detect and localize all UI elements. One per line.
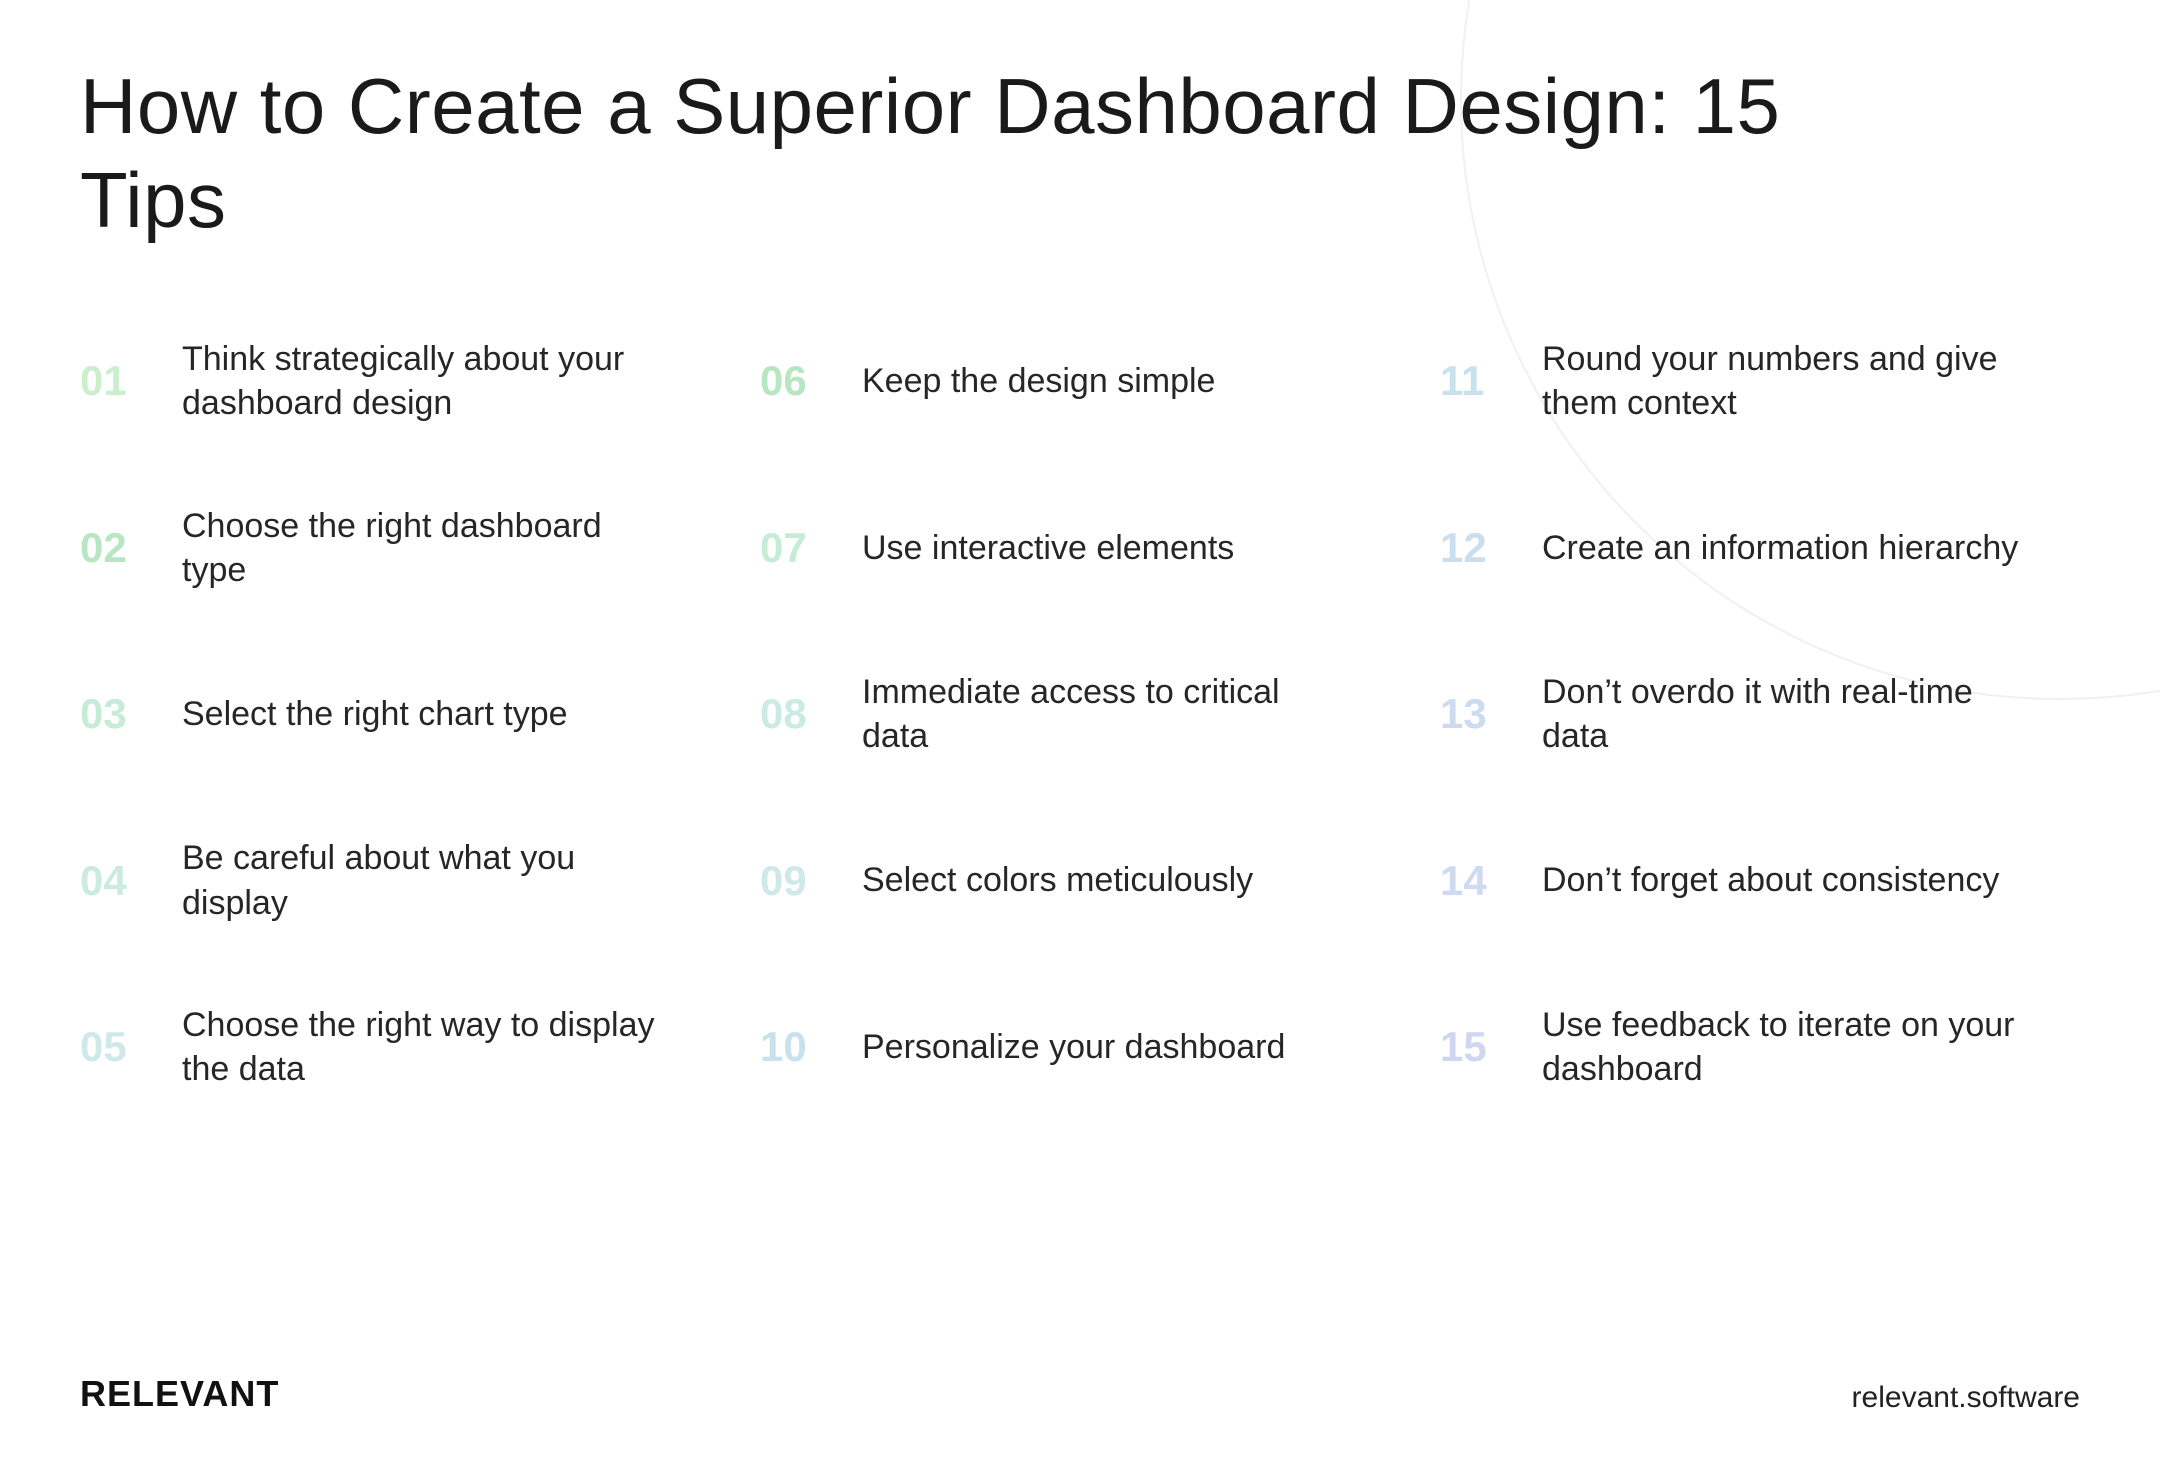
- tip-number: 01: [80, 360, 154, 402]
- tip-text: Don’t overdo it with real-time data: [1542, 670, 2022, 758]
- tip-number: 15: [1440, 1026, 1514, 1068]
- tip-number: 05: [80, 1026, 154, 1068]
- tip-text: Keep the design simple: [862, 359, 1215, 403]
- tip-text: Be careful about what you display: [182, 836, 662, 924]
- tip-11: 11 Round your numbers and give them cont…: [1440, 337, 2080, 425]
- tip-text: Use interactive elements: [862, 526, 1234, 570]
- tip-text: Create an information hierarchy: [1542, 526, 2018, 570]
- tip-text: Choose the right way to display the data: [182, 1003, 662, 1091]
- tip-text: Immediate access to critical data: [862, 670, 1342, 758]
- tip-07: 07 Use interactive elements: [760, 504, 1400, 592]
- tip-12: 12 Create an information hierarchy: [1440, 504, 2080, 592]
- page-title: How to Create a Superior Dashboard Desig…: [80, 60, 1880, 247]
- tip-number: 03: [80, 693, 154, 735]
- tip-number: 08: [760, 693, 834, 735]
- tip-02: 02 Choose the right dashboard type: [80, 504, 720, 592]
- tip-01: 01 Think strategically about your dashbo…: [80, 337, 720, 425]
- tip-number: 09: [760, 860, 834, 902]
- tip-number: 04: [80, 860, 154, 902]
- tip-10: 10 Personalize your dashboard: [760, 1003, 1400, 1091]
- tip-number: 06: [760, 360, 834, 402]
- tip-15: 15 Use feedback to iterate on your dashb…: [1440, 1003, 2080, 1091]
- tip-text: Don’t forget about consistency: [1542, 858, 1999, 902]
- page-container: How to Create a Superior Dashboard Desig…: [0, 0, 2160, 1463]
- tip-text: Round your numbers and give them context: [1542, 337, 2022, 425]
- tip-03: 03 Select the right chart type: [80, 670, 720, 758]
- tips-grid: 01 Think strategically about your dashbo…: [80, 337, 2080, 1091]
- tip-09: 09 Select colors meticulously: [760, 836, 1400, 924]
- tip-08: 08 Immediate access to critical data: [760, 670, 1400, 758]
- tip-text: Select colors meticulously: [862, 858, 1253, 902]
- tip-13: 13 Don’t overdo it with real-time data: [1440, 670, 2080, 758]
- brand-logo-text: RELEVANT: [80, 1373, 279, 1415]
- tip-number: 11: [1440, 360, 1514, 402]
- tip-number: 13: [1440, 693, 1514, 735]
- tip-text: Choose the right dashboard type: [182, 504, 662, 592]
- tip-number: 10: [760, 1026, 834, 1068]
- tip-14: 14 Don’t forget about consistency: [1440, 836, 2080, 924]
- site-url: relevant.software: [1852, 1381, 2080, 1415]
- tip-04: 04 Be careful about what you display: [80, 836, 720, 924]
- tip-number: 12: [1440, 527, 1514, 569]
- tip-number: 14: [1440, 860, 1514, 902]
- footer: RELEVANT relevant.software: [80, 1373, 2080, 1415]
- tip-number: 02: [80, 527, 154, 569]
- tip-number: 07: [760, 527, 834, 569]
- tip-06: 06 Keep the design simple: [760, 337, 1400, 425]
- tip-text: Personalize your dashboard: [862, 1025, 1285, 1069]
- tip-text: Think strategically about your dashboard…: [182, 337, 662, 425]
- tip-text: Use feedback to iterate on your dashboar…: [1542, 1003, 2022, 1091]
- tip-text: Select the right chart type: [182, 692, 568, 736]
- tip-05: 05 Choose the right way to display the d…: [80, 1003, 720, 1091]
